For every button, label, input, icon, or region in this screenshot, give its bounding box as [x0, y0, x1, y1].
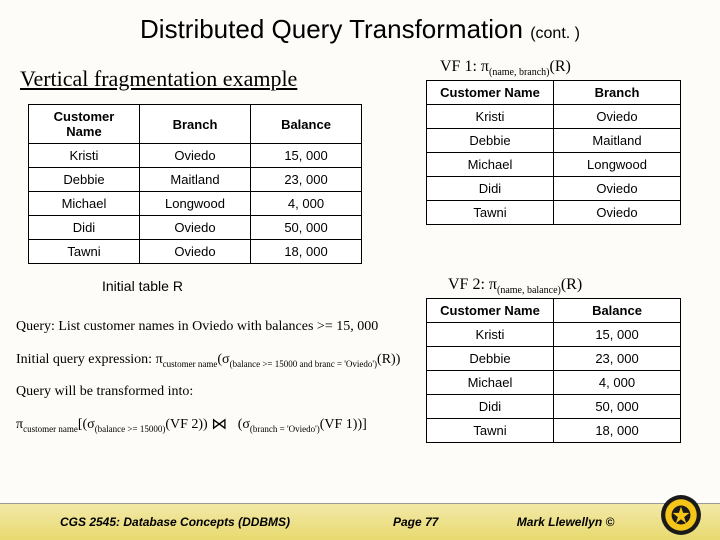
query-text-block: Query: List customer names in Oviedo wit… [16, 314, 414, 444]
footer-page: Page 77 [345, 515, 487, 529]
title-cont: (cont. ) [530, 25, 580, 42]
table-row: DebbieMaitland [427, 129, 681, 153]
query-line-1: Query: List customer names in Oviedo wit… [16, 314, 414, 341]
table-row: Customer Name Branch Balance [29, 105, 362, 144]
section-heading: Vertical fragmentation example [20, 66, 297, 92]
table-row: Customer Name Branch [427, 81, 681, 105]
vf2-caption: VF 2: π(name, balance)(R) [448, 276, 582, 296]
ucf-logo-icon [660, 494, 702, 536]
table-row: Debbie23, 000 [427, 347, 681, 371]
slide-title: Distributed Query Transformation (cont. … [0, 0, 720, 51]
table-row: Tawni18, 000 [427, 419, 681, 443]
table-row: TawniOviedo [427, 201, 681, 225]
table-initial-r: Customer Name Branch Balance KristiOvied… [28, 104, 362, 264]
vf1-caption: VF 1: π(name, branch)(R) [440, 58, 571, 78]
table-row: Kristi15, 000 [427, 323, 681, 347]
title-main: Distributed Query Transformation [140, 14, 523, 44]
table-row: Michael4, 000 [427, 371, 681, 395]
table-row: KristiOviedo [427, 105, 681, 129]
table-row: Didi50, 000 [427, 395, 681, 419]
slide-footer: CGS 2545: Database Concepts (DDBMS) Page… [0, 503, 720, 540]
table-r-caption: Initial table R [102, 278, 183, 294]
table-row: Customer Name Balance [427, 299, 681, 323]
table-row: TawniOviedo18, 000 [29, 240, 362, 264]
table-row: DidiOviedo50, 000 [29, 216, 362, 240]
query-line-4: πcustomer name[(σ(balance >= 15000)(VF 2… [16, 412, 414, 439]
table-row: MichaelLongwood [427, 153, 681, 177]
join-icon: ⋈ [211, 417, 227, 433]
table-row: DebbieMaitland23, 000 [29, 168, 362, 192]
query-line-2: Initial query expression: πcustomer name… [16, 347, 414, 374]
query-line-3: Query will be transformed into: [16, 379, 414, 406]
table-row: MichaelLongwood4, 000 [29, 192, 362, 216]
footer-course: CGS 2545: Database Concepts (DDBMS) [0, 515, 345, 529]
table-row: DidiOviedo [427, 177, 681, 201]
table-vf1: Customer Name Branch KristiOviedo Debbie… [426, 80, 681, 225]
table-vf2: Customer Name Balance Kristi15, 000 Debb… [426, 298, 681, 443]
table-row: KristiOviedo15, 000 [29, 144, 362, 168]
